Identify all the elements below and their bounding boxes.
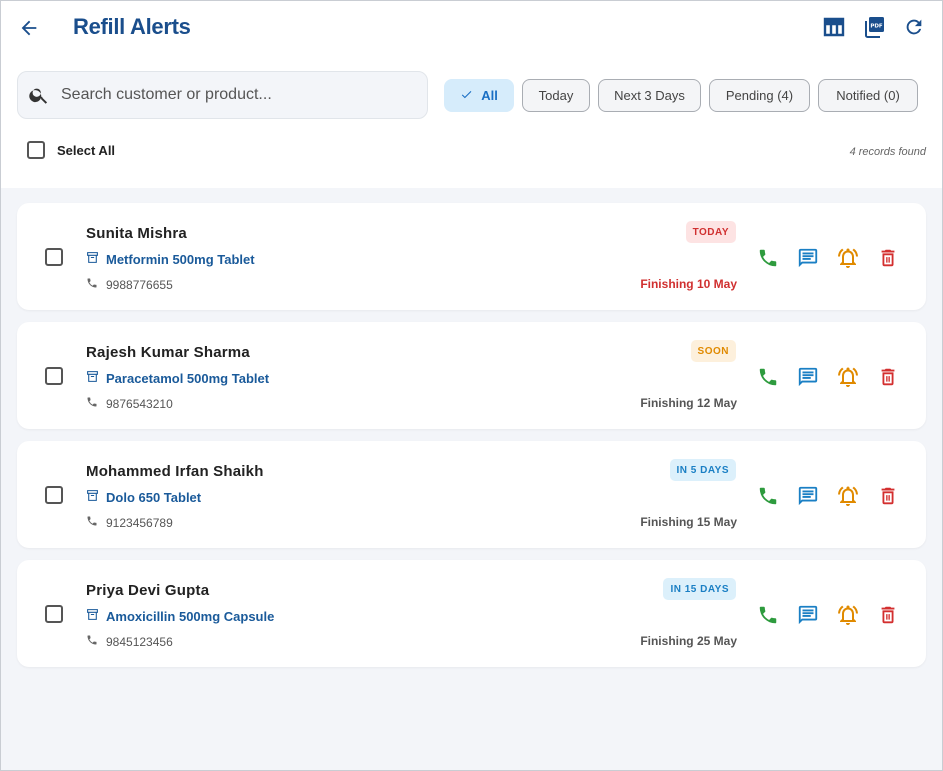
finishing-date: Finishing 10 May <box>640 277 737 291</box>
alert-card[interactable]: Rajesh Kumar Sharma Paracetamol 500mg Tab… <box>17 322 926 429</box>
product-name: Amoxicillin 500mg Capsule <box>106 608 275 624</box>
message-icon[interactable] <box>796 484 820 508</box>
alarm-bell-icon[interactable] <box>836 365 860 389</box>
delete-icon[interactable] <box>876 484 900 508</box>
call-icon[interactable] <box>756 484 780 508</box>
alert-card[interactable]: Mohammed Irfan Shaikh Dolo 650 Tablet 9123… <box>17 441 926 548</box>
phone-line: 9988776655 <box>86 277 173 292</box>
svg-text:PDF: PDF <box>870 24 883 30</box>
search-input[interactable] <box>61 82 416 108</box>
phone-number: 9845123456 <box>106 634 173 649</box>
call-icon[interactable] <box>756 365 780 389</box>
header-bar: Refill Alerts PDF All Today Next 3 Days … <box>0 0 943 188</box>
product-icon <box>86 608 106 624</box>
status-badge: TODAY <box>685 221 736 243</box>
row-checkbox[interactable] <box>45 367 63 385</box>
page-title: Refill Alerts <box>73 14 191 39</box>
alert-card[interactable]: Sunita Mishra Metformin 500mg Tablet 99887… <box>17 203 926 310</box>
phone-line: 9876543210 <box>86 396 173 411</box>
filter-chip-today[interactable]: Today <box>522 79 590 112</box>
status-badge: IN 5 DAYS <box>669 459 736 481</box>
message-icon[interactable] <box>796 365 820 389</box>
call-icon[interactable] <box>756 603 780 627</box>
status-badge: IN 15 DAYS <box>663 578 736 600</box>
phone-line: 9845123456 <box>86 634 173 649</box>
alarm-bell-icon[interactable] <box>836 246 860 270</box>
finishing-date: Finishing 25 May <box>640 634 737 648</box>
phone-line: 9123456789 <box>86 515 173 530</box>
phone-icon <box>86 634 106 649</box>
product-icon <box>86 251 106 267</box>
back-arrow-icon[interactable] <box>15 14 43 42</box>
product-icon <box>86 489 106 505</box>
phone-number: 9123456789 <box>106 515 173 530</box>
product-name: Paracetamol 500mg Tablet <box>106 370 270 386</box>
phone-number: 9988776655 <box>106 277 173 292</box>
finishing-date: Finishing 15 May <box>640 515 737 529</box>
search-box <box>17 71 428 119</box>
customer-name: Priya Devi Gupta <box>86 582 210 599</box>
call-icon[interactable] <box>756 246 780 270</box>
search-icon <box>28 84 50 111</box>
table-icon[interactable] <box>821 14 847 40</box>
alarm-bell-icon[interactable] <box>836 603 860 627</box>
pdf-icon[interactable]: PDF <box>861 14 887 40</box>
customer-name: Sunita Mishra <box>86 225 187 242</box>
delete-icon[interactable] <box>876 246 900 270</box>
customer-name: Rajesh Kumar Sharma <box>86 344 250 361</box>
product-name: Dolo 650 Tablet <box>106 489 202 505</box>
delete-icon[interactable] <box>876 365 900 389</box>
row-checkbox[interactable] <box>45 248 63 266</box>
records-count: 4 records found <box>849 146 926 158</box>
product-name: Metformin 500mg Tablet <box>106 251 255 267</box>
finishing-date: Finishing 12 May <box>640 396 737 410</box>
filter-chip-all[interactable]: All <box>444 79 514 112</box>
filter-chip-label: Pending (4) <box>725 88 794 103</box>
row-checkbox[interactable] <box>45 486 63 504</box>
product-line: Dolo 650 Tablet <box>86 489 201 505</box>
checkmark-icon <box>460 88 473 104</box>
filter-chip-label: Notified (0) <box>836 88 900 103</box>
phone-number: 9876543210 <box>106 396 173 411</box>
select-all-label: Select All <box>57 142 116 158</box>
select-all-checkbox[interactable] <box>27 141 45 159</box>
customer-name: Mohammed Irfan Shaikh <box>86 463 264 480</box>
product-line: Metformin 500mg Tablet <box>86 251 255 267</box>
filter-chip-label: Next 3 Days <box>614 88 685 103</box>
filter-chip-next-3-days[interactable]: Next 3 Days <box>598 79 701 112</box>
message-icon[interactable] <box>796 603 820 627</box>
delete-icon[interactable] <box>876 603 900 627</box>
product-line: Paracetamol 500mg Tablet <box>86 370 269 386</box>
filter-chip-label: All <box>481 88 498 103</box>
select-all-row[interactable]: Select All <box>27 141 115 159</box>
row-checkbox[interactable] <box>45 605 63 623</box>
product-line: Amoxicillin 500mg Capsule <box>86 608 274 624</box>
refresh-icon[interactable] <box>901 14 927 40</box>
message-icon[interactable] <box>796 246 820 270</box>
phone-icon <box>86 515 106 530</box>
product-icon <box>86 370 106 386</box>
phone-icon <box>86 277 106 292</box>
alarm-bell-icon[interactable] <box>836 484 860 508</box>
filter-chip-pending[interactable]: Pending (4) <box>709 79 810 112</box>
filter-chip-notified[interactable]: Notified (0) <box>818 79 918 112</box>
filter-chip-label: Today <box>538 88 574 103</box>
status-badge: SOON <box>690 340 736 362</box>
alert-card[interactable]: Priya Devi Gupta Amoxicillin 500mg Capsul… <box>17 560 926 667</box>
phone-icon <box>86 396 106 411</box>
